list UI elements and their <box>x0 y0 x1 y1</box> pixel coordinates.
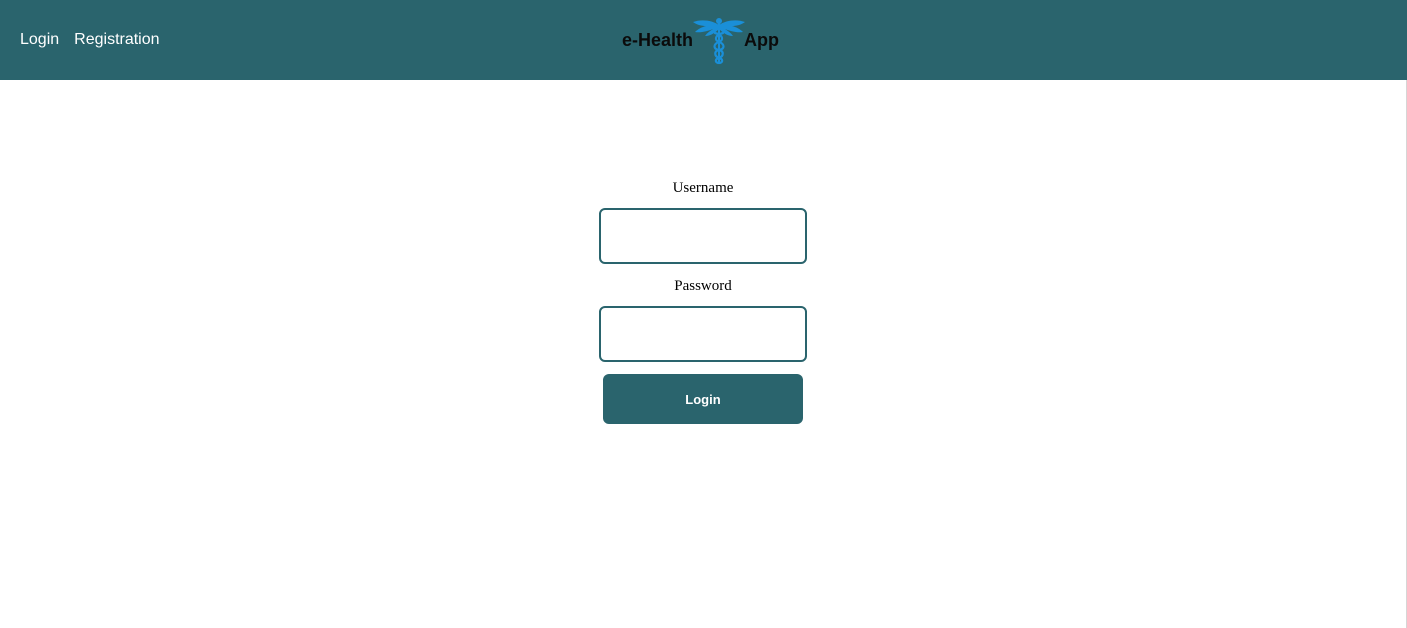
brand-title-right: App <box>744 30 780 50</box>
top-navbar: Login Registration e-Health App <box>0 0 1407 80</box>
page: Login Registration e-Health App Username… <box>0 0 1407 628</box>
brand-title-left: e-Health <box>622 30 694 50</box>
password-input[interactable] <box>599 306 807 362</box>
nav-links: Login Registration <box>20 0 175 80</box>
nav-link-registration[interactable]: Registration <box>74 32 159 48</box>
nav-link-login[interactable]: Login <box>20 32 59 48</box>
login-form: Username Password Login <box>599 178 807 424</box>
login-button[interactable]: Login <box>603 374 803 424</box>
password-label: Password <box>674 278 732 294</box>
username-label: Username <box>672 180 734 196</box>
username-input[interactable] <box>599 208 807 264</box>
caduceus-icon <box>693 18 746 65</box>
brand: e-Health App <box>622 0 779 80</box>
